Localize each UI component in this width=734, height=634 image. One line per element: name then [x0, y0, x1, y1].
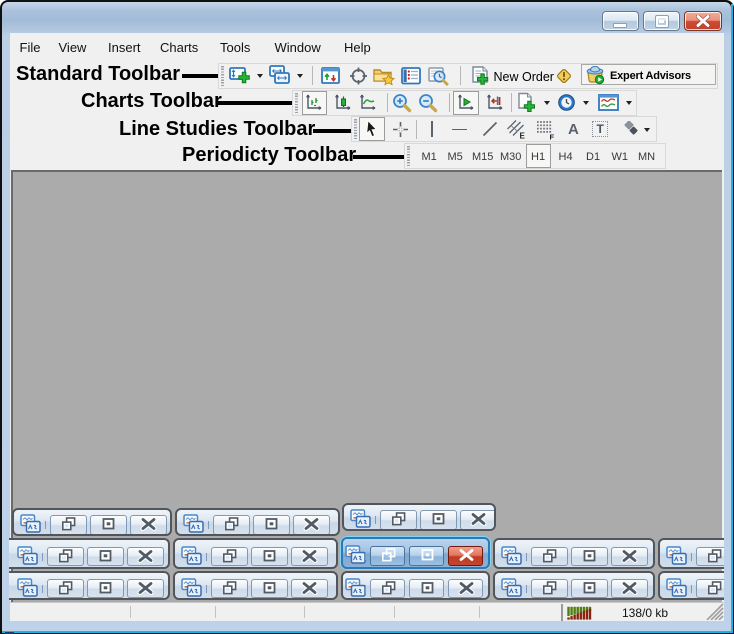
svg-text:F: F [550, 133, 555, 141]
svg-text:E: E [520, 132, 526, 140]
